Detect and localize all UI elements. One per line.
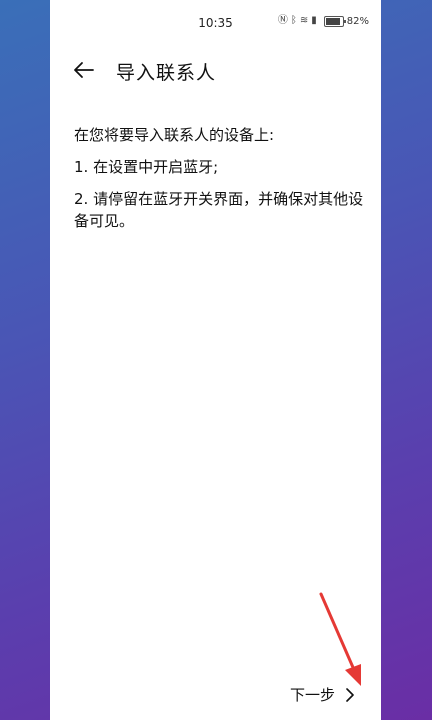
nfc-icon: Ⓝ <box>277 15 288 26</box>
instruction-intro: 在您将要导入联系人的设备上: <box>74 126 275 144</box>
status-bar: 10:35 Ⓝ ᛒ ≋ ▮ 82% <box>50 0 381 44</box>
page-title: 导入联系人 <box>116 62 217 84</box>
sim-icon: ▮ <box>311 15 317 26</box>
phone-screen: 10:35 Ⓝ ᛒ ≋ ▮ 82% 导入联系人 在您将要导入联系人的设备上: 1… <box>50 0 381 720</box>
instruction-step-1: 1. 在设置中开启蓝牙; <box>74 158 219 176</box>
battery-icon <box>323 15 346 27</box>
instructions: 在您将要导入联系人的设备上: 1. 在设置中开启蓝牙; 2. 请停留在蓝牙开关界… <box>74 124 364 242</box>
app-header: 导入联系人 <box>50 52 381 88</box>
chevron-right-icon <box>346 687 354 702</box>
annotation-arrow-icon <box>319 592 361 686</box>
battery-percent: 82% <box>346 15 369 27</box>
next-button[interactable]: 下一步 <box>290 684 355 705</box>
instruction-step-2: 2. 请停留在蓝牙开关界面，并确保对其他设备可见。 <box>74 190 364 230</box>
status-icons: Ⓝ ᛒ ≋ ▮ 82% <box>278 15 369 27</box>
back-arrow-icon[interactable] <box>72 58 96 82</box>
next-button-label: 下一步 <box>289 686 335 704</box>
wifi-icon: ≋ <box>299 15 309 26</box>
bluetooth-icon: ᛒ <box>290 15 297 26</box>
